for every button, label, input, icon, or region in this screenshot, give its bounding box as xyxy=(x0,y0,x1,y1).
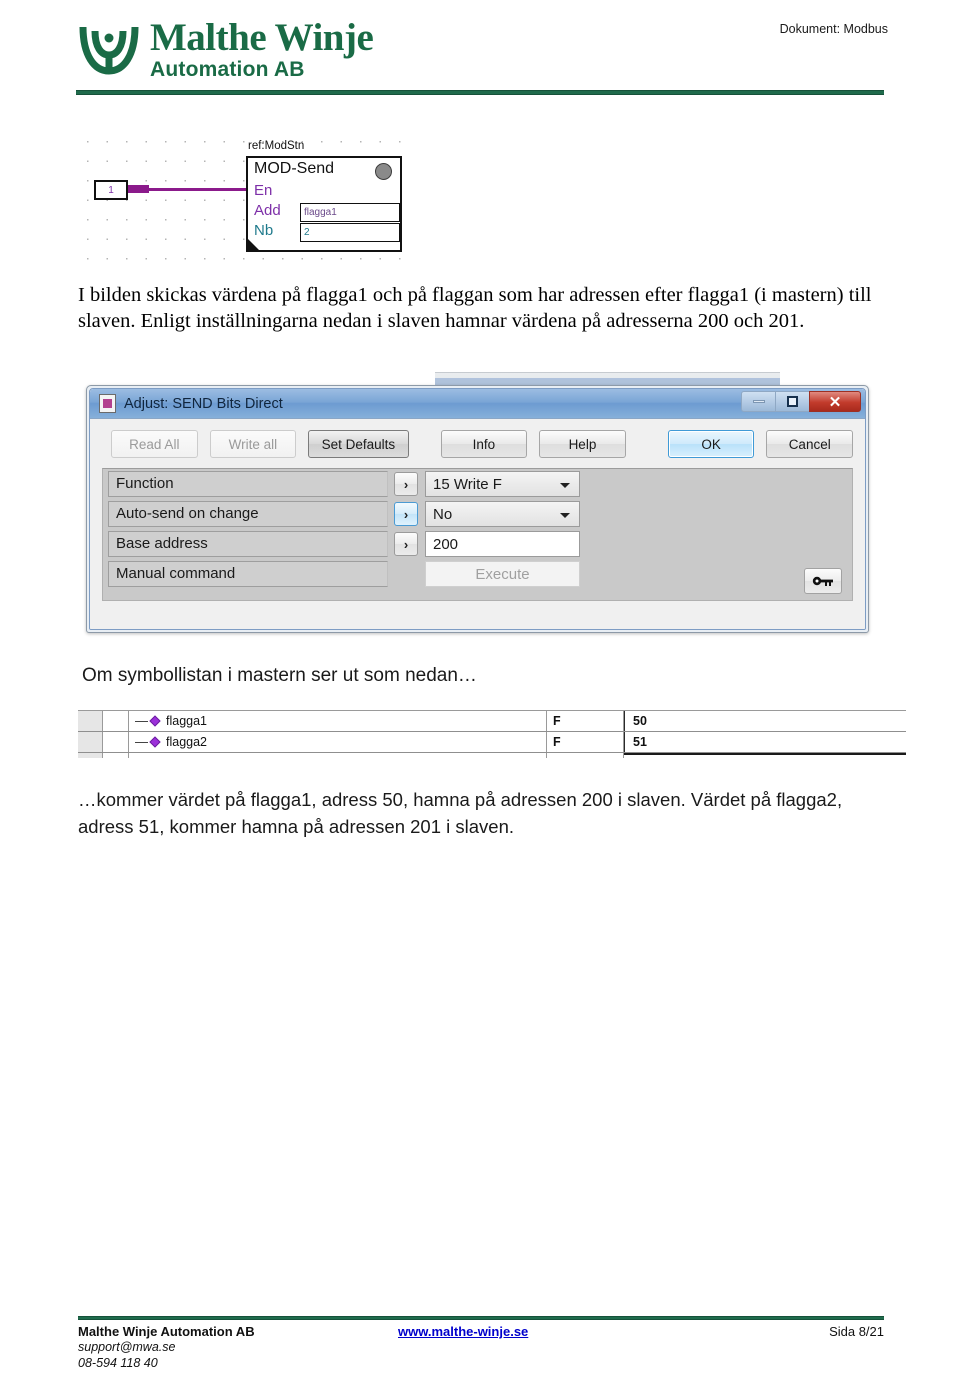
table-bottom-cell xyxy=(624,753,906,758)
table-row[interactable]: flagga2 F 51 xyxy=(78,732,906,753)
symbol-name-text: flagga1 xyxy=(166,714,208,728)
settings-panel: Function › 15 Write F Auto-send on chang… xyxy=(102,468,853,601)
table-row[interactable]: flagga1 F 50 xyxy=(78,711,906,732)
symbol-type-cell: F xyxy=(547,732,624,752)
logo-wordmark: Malthe Winje Automation AB xyxy=(150,16,374,81)
footer-top-line: Malthe Winje Automation AB www.malthe-wi… xyxy=(78,1324,884,1339)
symbol-diamond-icon xyxy=(149,715,161,727)
footer-phone: 08-594 118 40 xyxy=(78,1356,158,1370)
window-controls: ✕ xyxy=(741,391,861,413)
settings-row-function: Function › 15 Write F xyxy=(103,469,852,499)
chevron-down-icon xyxy=(560,513,570,518)
fbd-value-add: flagga1 xyxy=(300,203,400,222)
footer-email[interactable]: support@mwa.se xyxy=(78,1339,884,1355)
minimize-button[interactable] xyxy=(741,391,776,412)
label-auto-send-on-change: Auto-send on change xyxy=(108,501,388,527)
fbd-pin-nb: Nb xyxy=(254,222,274,239)
minimize-icon xyxy=(752,400,765,403)
settings-row-manual-command: Manual command Execute xyxy=(103,559,852,589)
header-divider xyxy=(76,90,884,95)
auto-send-select-value: No xyxy=(433,505,453,523)
dialog-titlebar[interactable]: Adjust: SEND Bits Direct ✕ xyxy=(90,389,865,419)
fbd-block: MOD-Send En Add Nb flagga1 2 xyxy=(246,156,402,252)
table-bottom-cell xyxy=(547,753,624,758)
execute-button[interactable]: Execute xyxy=(425,561,580,587)
read-all-button[interactable]: Read All xyxy=(111,430,198,458)
page-footer: Malthe Winje Automation AB www.malthe-wi… xyxy=(78,1324,884,1371)
row-gutter-2 xyxy=(103,711,129,731)
label-base-address: Base address xyxy=(108,531,388,557)
auto-send-select[interactable]: No xyxy=(425,501,580,527)
table-bottom-cell xyxy=(129,753,547,758)
fbd-status-led-icon xyxy=(375,163,392,180)
expand-auto-send-button[interactable]: › xyxy=(394,502,418,526)
row-gutter-2 xyxy=(103,732,129,752)
dialog-body: Read All Write all Set Defaults Info Hel… xyxy=(90,419,865,629)
maximize-icon xyxy=(787,396,798,407)
key-icon xyxy=(812,576,833,586)
tree-branch-icon xyxy=(135,741,148,743)
paragraph-symbol-list-intro: Om symbollistan i mastern ser ut som ned… xyxy=(82,665,477,686)
ok-button[interactable]: OK xyxy=(667,430,755,458)
write-all-button[interactable]: Write all xyxy=(209,430,297,458)
function-block-diagram: 1 ref:ModStn MOD-Send En Add Nb flagga1 … xyxy=(78,132,408,260)
symbol-name-text: flagga2 xyxy=(166,735,208,749)
malthe-winje-logo-icon xyxy=(79,26,139,75)
symbol-name-cell: flagga1 xyxy=(129,711,547,731)
maximize-button[interactable] xyxy=(775,391,810,412)
set-defaults-button[interactable]: Set Defaults xyxy=(308,430,409,458)
fbd-corner-marker-icon xyxy=(248,239,259,250)
security-key-button[interactable] xyxy=(804,568,842,594)
table-bottom-cell xyxy=(103,753,129,758)
row-gutter xyxy=(78,732,103,752)
close-button[interactable]: ✕ xyxy=(809,391,861,412)
paragraph-intro: I bilden skickas värdena på flagga1 och … xyxy=(78,284,872,332)
footer-divider xyxy=(78,1316,884,1320)
label-manual-command: Manual command xyxy=(108,561,388,587)
table-bottom-edge xyxy=(78,753,906,758)
tree-branch-icon xyxy=(135,720,148,722)
logo-subtitle: Automation AB xyxy=(150,58,305,81)
company-logo: Malthe Winje Automation AB xyxy=(78,16,374,81)
dialog-toolbar: Read All Write all Set Defaults Info Hel… xyxy=(102,429,854,459)
table-bottom-cell xyxy=(78,753,103,758)
info-button[interactable]: Info xyxy=(440,430,528,458)
base-address-input[interactable]: 200 xyxy=(425,531,580,557)
paragraph-conclusion: …kommer värdet på flagga1, adress 50, ha… xyxy=(78,789,843,837)
settings-row-autosend: Auto-send on change › No xyxy=(103,499,852,529)
symbol-type-cell: F xyxy=(547,711,624,731)
footer-page-number: Sida 8/21 xyxy=(829,1324,884,1339)
symbol-address-cell: 50 xyxy=(624,711,906,731)
fbd-pin-en: En xyxy=(254,182,273,199)
adjust-send-bits-dialog: Adjust: SEND Bits Direct ✕ Read All Writ… xyxy=(86,385,869,633)
page-header: Malthe Winje Automation AB Dokument: Mod… xyxy=(0,0,960,100)
symbol-diamond-icon xyxy=(149,736,161,748)
fbd-block-name: MOD-Send xyxy=(254,160,335,177)
chevron-down-icon xyxy=(560,483,570,488)
expand-function-button[interactable]: › xyxy=(394,472,418,496)
fbd-value-nb: 2 xyxy=(300,223,400,242)
function-select[interactable]: 15 Write F xyxy=(425,471,580,497)
help-button[interactable]: Help xyxy=(539,430,626,458)
function-select-value: 15 Write F xyxy=(433,475,502,493)
settings-row-base-address: Base address › 200 xyxy=(103,529,852,559)
dialog-inner: Adjust: SEND Bits Direct ✕ Read All Writ… xyxy=(89,388,866,630)
footer-website-link[interactable]: www.malthe-winje.se xyxy=(398,1324,764,1339)
expand-base-address-button[interactable]: › xyxy=(394,532,418,556)
fbd-input-constant: 1 xyxy=(94,180,128,200)
label-function: Function xyxy=(108,471,388,497)
symbol-list-table: flagga1 F 50 flagga2 F 51 xyxy=(78,710,906,758)
symbol-name-cell: flagga2 xyxy=(129,732,547,752)
symbol-address-cell: 51 xyxy=(624,732,906,752)
footer-company: Malthe Winje Automation AB xyxy=(78,1324,255,1339)
dialog-app-icon xyxy=(99,394,116,413)
fbd-ref-label: ref:ModStn xyxy=(248,140,305,152)
logo-title: Malthe Winje xyxy=(150,16,374,59)
cancel-button[interactable]: Cancel xyxy=(766,430,854,458)
fbd-pin-add: Add xyxy=(254,202,281,219)
document-label: Dokument: Modbus xyxy=(779,22,888,36)
fbd-wire-stub xyxy=(128,185,149,193)
row-gutter xyxy=(78,711,103,731)
dialog-title: Adjust: SEND Bits Direct xyxy=(124,395,283,412)
